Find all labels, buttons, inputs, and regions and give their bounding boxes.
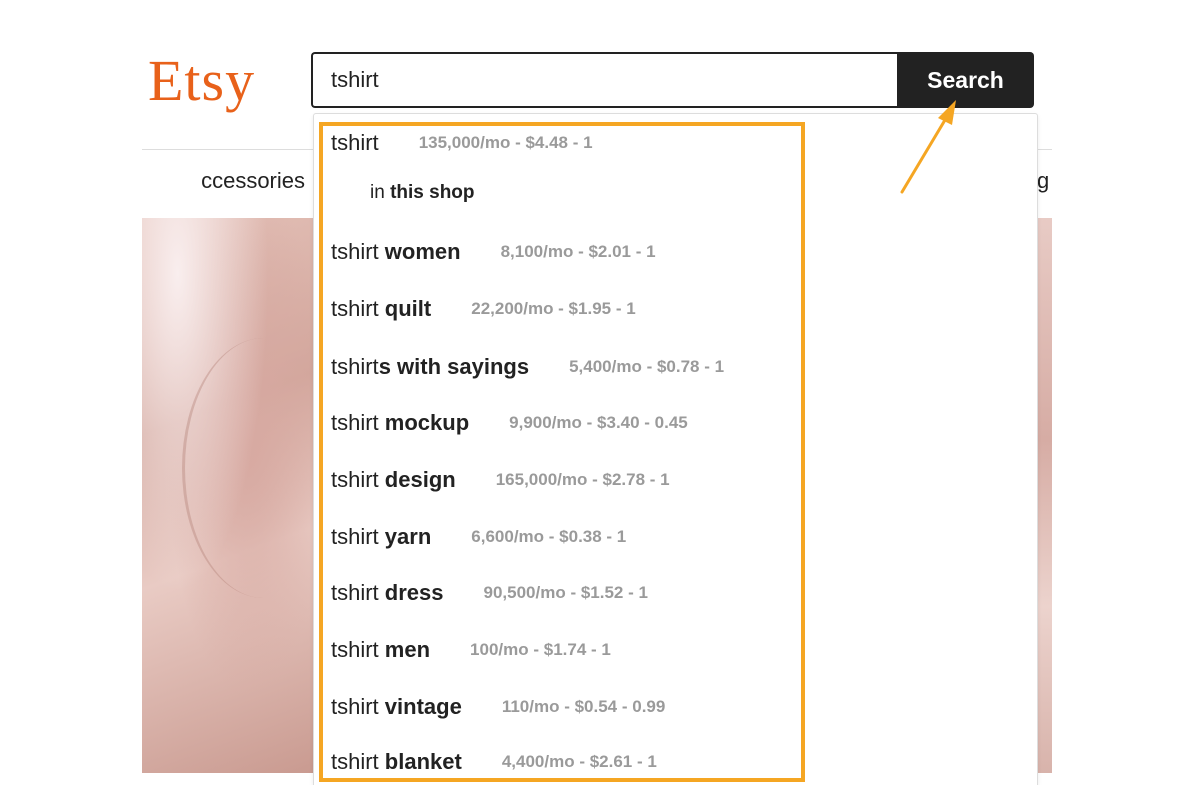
- suggestion-item[interactable]: tshirts with sayings 5,400/mo - $0.78 - …: [331, 350, 724, 384]
- suggestion-stats: 22,200/mo - $1.95 - 1: [471, 299, 636, 318]
- search-button[interactable]: Search: [897, 52, 1034, 108]
- suggestion-item[interactable]: tshirt design 165,000/mo - $2.78 - 1: [331, 463, 670, 497]
- suggestion-item[interactable]: tshirt vintage 110/mo - $0.54 - 0.99: [331, 690, 665, 724]
- category-nav-item-accessories[interactable]: ccessories: [125, 168, 305, 200]
- suggestion-term: tshirt: [331, 130, 379, 155]
- suggestion-in-this-shop[interactable]: in this shop: [370, 182, 475, 204]
- suggestion-stats: 135,000/mo - $4.48 - 1: [418, 133, 593, 152]
- suggestion-term: tshirt vintage: [331, 694, 462, 719]
- etsy-logo[interactable]: Etsy: [148, 46, 255, 116]
- suggestion-term: tshirts with sayings: [331, 354, 530, 379]
- suggestion-stats: 100/mo - $1.74 - 1: [470, 640, 611, 659]
- suggestion-term: tshirt quilt: [331, 296, 432, 321]
- suggestion-term: tshirt yarn: [331, 524, 432, 549]
- suggestion-stats: 90,500/mo - $1.52 - 1: [483, 583, 648, 602]
- suggestion-term: tshirt design: [331, 467, 456, 492]
- suggestion-item[interactable]: tshirt quilt 22,200/mo - $1.95 - 1: [331, 292, 636, 326]
- suggestion-term: tshirt blanket: [331, 749, 462, 774]
- suggestion-stats: 110/mo - $0.54 - 0.99: [501, 697, 666, 716]
- suggestion-term: tshirt men: [331, 637, 431, 662]
- suggestion-stats: 6,600/mo - $0.38 - 1: [471, 527, 627, 546]
- suggestion-term: tshirt dress: [331, 580, 444, 605]
- suggestion-stats: 5,400/mo - $0.78 - 1: [569, 357, 725, 376]
- suggestion-item[interactable]: tshirt 135,000/mo - $4.48 - 1: [331, 126, 593, 160]
- search-input[interactable]: [311, 52, 897, 108]
- suggestion-stats: 8,100/mo - $2.01 - 1: [500, 242, 656, 261]
- suggestion-term: tshirt women: [331, 239, 461, 264]
- product-photo-left[interactable]: [142, 218, 320, 773]
- suggestion-item[interactable]: tshirt men 100/mo - $1.74 - 1: [331, 633, 611, 667]
- suggestion-item[interactable]: tshirt women 8,100/mo - $2.01 - 1: [331, 235, 656, 269]
- suggestion-stats: 4,400/mo - $2.61 - 1: [501, 752, 657, 771]
- suggestion-item[interactable]: tshirt blanket 4,400/mo - $2.61 - 1: [331, 745, 657, 779]
- category-nav-item-partial[interactable]: g: [1037, 168, 1052, 200]
- search-suggestions-dropdown: [313, 113, 1038, 785]
- suggestion-item[interactable]: tshirt mockup 9,900/mo - $3.40 - 0.45: [331, 406, 688, 440]
- suggestion-item[interactable]: tshirt yarn 6,600/mo - $0.38 - 1: [331, 520, 626, 554]
- suggestion-term: tshirt mockup: [331, 410, 470, 435]
- suggestion-stats: 9,900/mo - $3.40 - 0.45: [509, 413, 688, 432]
- suggestion-stats: 165,000/mo - $2.78 - 1: [495, 470, 670, 489]
- suggestion-item[interactable]: tshirt dress 90,500/mo - $1.52 - 1: [331, 576, 648, 610]
